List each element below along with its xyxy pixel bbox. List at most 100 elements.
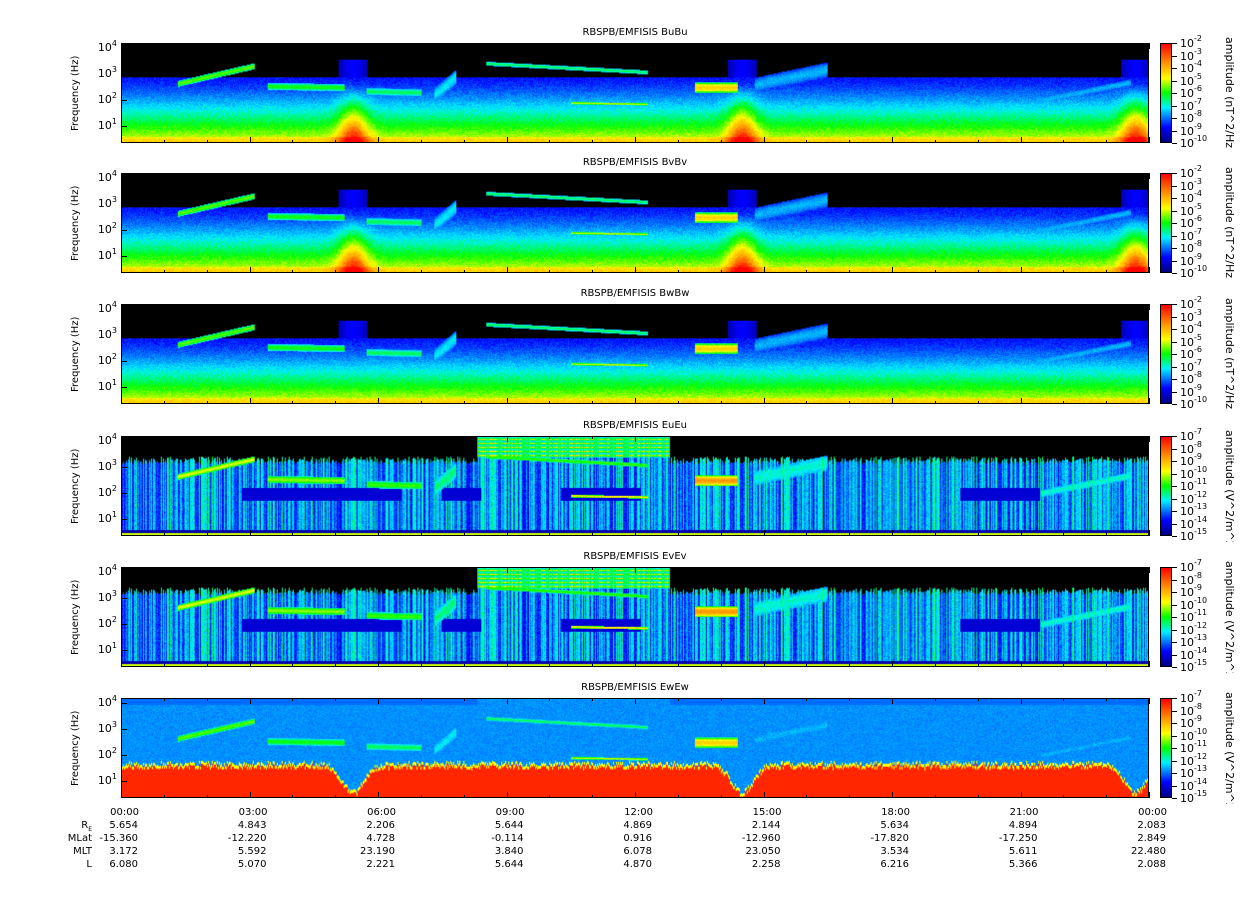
x-tick-mark <box>635 173 636 179</box>
colorbar <box>1160 173 1172 273</box>
x-tick-mark <box>549 140 550 143</box>
tick-base: 10 <box>1180 505 1194 518</box>
x-tick-mark <box>635 530 636 536</box>
x-tick-mark <box>549 304 550 307</box>
x-tick-mark <box>849 664 850 667</box>
tick-base: 10 <box>1180 335 1194 349</box>
colorbar-tick <box>1172 786 1177 787</box>
tick-exponent: -4 <box>1194 189 1202 198</box>
tick-base: 10 <box>1180 767 1194 780</box>
x-tick-mark <box>292 664 293 667</box>
x-tick-mark <box>1063 173 1064 176</box>
x-tick-mark <box>378 698 379 704</box>
ephemeris-value: 2.088 <box>1137 859 1166 870</box>
panel-title: RBSPB/EMFISIS BwBw <box>580 288 690 299</box>
tick-exponent: -15 <box>1194 658 1208 667</box>
x-tick-mark <box>1063 533 1064 536</box>
x-tick-mark <box>1021 567 1022 573</box>
tick-exponent: -2 <box>1194 34 1202 43</box>
tick-exponent: 1 <box>111 378 117 388</box>
x-tick-mark <box>592 795 593 798</box>
x-tick-mark <box>1021 398 1022 404</box>
ephemeris-value: 5.611 <box>1008 846 1038 857</box>
x-tick-mark <box>806 43 807 46</box>
tick-base: 10 <box>1180 267 1194 280</box>
tick-exponent: -9 <box>1194 452 1202 461</box>
x-tick-mark <box>378 530 379 536</box>
colorbar-tick <box>1172 93 1177 94</box>
tick-base: 10 <box>1180 573 1194 587</box>
tick-base: 10 <box>97 328 112 342</box>
colorbar-tick <box>1172 248 1177 249</box>
tick-base: 10 <box>1180 385 1194 399</box>
tick-base: 10 <box>1180 167 1194 180</box>
x-tick-mark <box>935 533 936 536</box>
x-tick-mark <box>806 304 807 307</box>
x-tick-mark <box>464 436 465 439</box>
colorbar-tick-label: 10-10 <box>1180 264 1207 280</box>
tick-exponent: -11 <box>1194 477 1208 486</box>
colorbar-tick <box>1172 642 1177 643</box>
x-tick-mark <box>592 698 593 701</box>
tick-base: 10 <box>1180 373 1194 386</box>
x-tick-mark <box>292 698 293 701</box>
colorbar-tick <box>1172 486 1177 487</box>
x-tick-mark <box>935 664 936 667</box>
x-tick-mark <box>1063 664 1064 667</box>
x-tick-mark <box>292 140 293 143</box>
ephemeris-value: 4.728 <box>366 833 395 844</box>
x-tick-mark <box>335 401 336 404</box>
tick-exponent: -8 <box>1194 439 1202 449</box>
x-tick-mark <box>207 698 208 701</box>
x-tick-mark <box>421 173 422 176</box>
x-tick-mark <box>1021 267 1022 273</box>
x-tick-mark <box>1106 698 1107 701</box>
x-tick-mark <box>892 661 893 667</box>
x-tick-mark <box>1149 436 1150 442</box>
tick-base: 10 <box>97 67 112 81</box>
x-tick-mark <box>1021 436 1022 442</box>
colorbar-tick <box>1172 342 1177 343</box>
ephemeris-value: 23.190 <box>360 846 395 857</box>
tick-exponent: -11 <box>1194 608 1208 617</box>
x-tick-mark <box>378 398 379 404</box>
tick-base: 10 <box>1180 62 1194 75</box>
x-tick-mark <box>164 304 165 307</box>
x-tick-mark <box>1106 436 1107 439</box>
x-tick-mark <box>849 533 850 536</box>
y-tick-mark <box>121 126 127 127</box>
ephemeris-value: 0.916 <box>623 833 652 844</box>
tick-exponent: -10 <box>1194 595 1208 605</box>
tick-base: 10 <box>1180 87 1194 100</box>
x-tick-mark <box>464 795 465 798</box>
colorbar-tick <box>1172 273 1177 274</box>
x-tick-mark <box>292 173 293 176</box>
x-tick-mark <box>549 698 550 701</box>
ephemeris-value: 3.172 <box>109 846 138 857</box>
x-tick-mark <box>335 533 336 536</box>
ephemeris-value: 5.654 <box>109 820 138 831</box>
x-tick-mark <box>464 140 465 143</box>
colorbar-tick <box>1172 143 1177 144</box>
x-tick-label: 15:00 <box>752 807 782 818</box>
tick-exponent: -10 <box>1194 134 1208 143</box>
y-tick-label: 104 <box>77 300 117 315</box>
x-tick-mark <box>421 43 422 46</box>
x-tick-mark <box>121 530 122 536</box>
x-tick-mark <box>1021 661 1022 667</box>
x-tick-mark <box>635 436 636 442</box>
tick-exponent: -8 <box>1194 570 1202 580</box>
colorbar-tick <box>1172 761 1177 762</box>
x-tick-mark <box>635 698 636 704</box>
x-tick-mark <box>335 304 336 307</box>
y-tick-label: 101 <box>77 641 117 656</box>
x-tick-mark <box>207 533 208 536</box>
colorbar-tick <box>1172 43 1177 44</box>
tick-base: 10 <box>1180 779 1194 793</box>
x-tick-mark <box>978 795 979 798</box>
ephemeris-value: 5.070 <box>237 859 267 870</box>
x-tick-mark <box>507 43 508 49</box>
x-tick-mark <box>121 792 122 798</box>
x-tick-mark <box>806 173 807 176</box>
y-tick-mark <box>121 572 127 573</box>
